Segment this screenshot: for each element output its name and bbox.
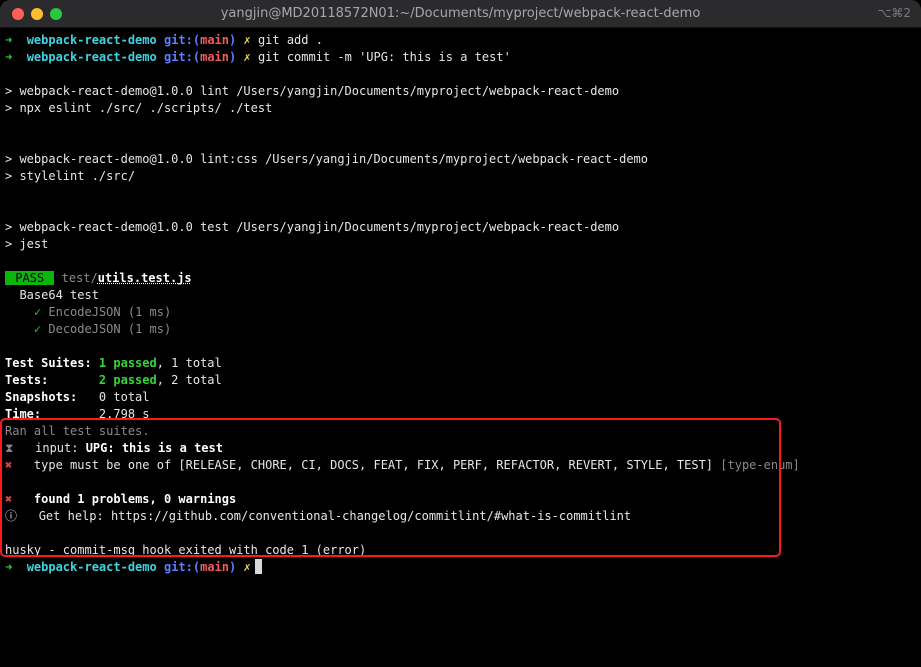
prompt-branch: main (200, 50, 229, 64)
check-icon: ✓ (33, 305, 42, 319)
error-highlight-box (0, 418, 781, 557)
test-case: EncodeJSON (1 ms) (48, 305, 172, 319)
text-cursor[interactable] (254, 559, 262, 574)
prompt-git: git:( (163, 50, 201, 64)
prompt-git: git:( (163, 33, 201, 47)
pass-badge: PASS (5, 271, 55, 285)
output-line: > webpack-react-demo@1.0.0 lint /Users/y… (5, 84, 620, 98)
output-line: > webpack-react-demo@1.0.0 lint:css /Use… (5, 152, 648, 166)
output-line: Base64 test (5, 287, 99, 304)
prompt-git-close: ) (229, 50, 237, 64)
summary-suites: Test Suites: 1 passed, 1 total (5, 356, 222, 370)
prompt-line: ➜ webpack-react-demo git:(main) ✗ (5, 559, 262, 576)
prompt-branch: main (200, 33, 229, 47)
window-title: yangjin@MD20118572N01:~/Documents/myproj… (220, 6, 701, 21)
prompt-dirty-icon: ✗ (243, 50, 251, 64)
suite-name: Base64 test (19, 288, 99, 302)
summary-snapshots: Snapshots: 0 total (5, 390, 150, 404)
prompt-dirty-icon: ✗ (243, 560, 251, 574)
check-icon: ✓ (33, 322, 42, 336)
window-shortcut: ⌥⌘2 (877, 6, 911, 20)
command-text: git commit -m 'UPG: this is a test' (257, 50, 511, 64)
output-line: > jest (5, 237, 49, 251)
prompt-arrow-icon: ➜ (5, 560, 13, 574)
test-result-line: PASS test/utils.test.js (5, 270, 192, 287)
prompt-branch: main (200, 560, 229, 574)
prompt-git-close: ) (229, 560, 237, 574)
command-text: git add . (257, 33, 323, 47)
test-file: utils.test.js (97, 271, 192, 285)
output-line: > stylelint ./src/ (5, 169, 136, 183)
prompt-dir: webpack-react-demo (26, 560, 157, 574)
prompt-dirty-icon: ✗ (243, 33, 251, 47)
prompt-arrow-icon: ➜ (5, 50, 13, 64)
prompt-line: ➜ webpack-react-demo git:(main) ✗ git ad… (5, 32, 323, 49)
summary-tests: Tests: 2 passed, 2 total (5, 373, 222, 387)
prompt-dir: webpack-react-demo (26, 50, 157, 64)
terminal-window: yangjin@MD20118572N01:~/Documents/myproj… (0, 0, 921, 667)
output-line: > npx eslint ./src/ ./scripts/ ./test (5, 101, 273, 115)
prompt-dir: webpack-react-demo (26, 33, 157, 47)
test-case-line: ✓ EncodeJSON (1 ms) (5, 304, 171, 321)
test-dir: test/ (61, 271, 98, 285)
prompt-git-close: ) (229, 33, 237, 47)
test-case-line: ✓ DecodeJSON (1 ms) (5, 321, 171, 338)
prompt-line: ➜ webpack-react-demo git:(main) ✗ git co… (5, 49, 511, 66)
test-case: DecodeJSON (1 ms) (48, 322, 172, 336)
prompt-arrow-icon: ➜ (5, 33, 13, 47)
output-line: > webpack-react-demo@1.0.0 test /Users/y… (5, 220, 620, 234)
terminal-output[interactable]: ➜ webpack-react-demo git:(main) ✗ git ad… (5, 32, 915, 662)
prompt-git: git:( (163, 560, 201, 574)
title-bar: yangjin@MD20118572N01:~/Documents/myproj… (0, 0, 921, 28)
